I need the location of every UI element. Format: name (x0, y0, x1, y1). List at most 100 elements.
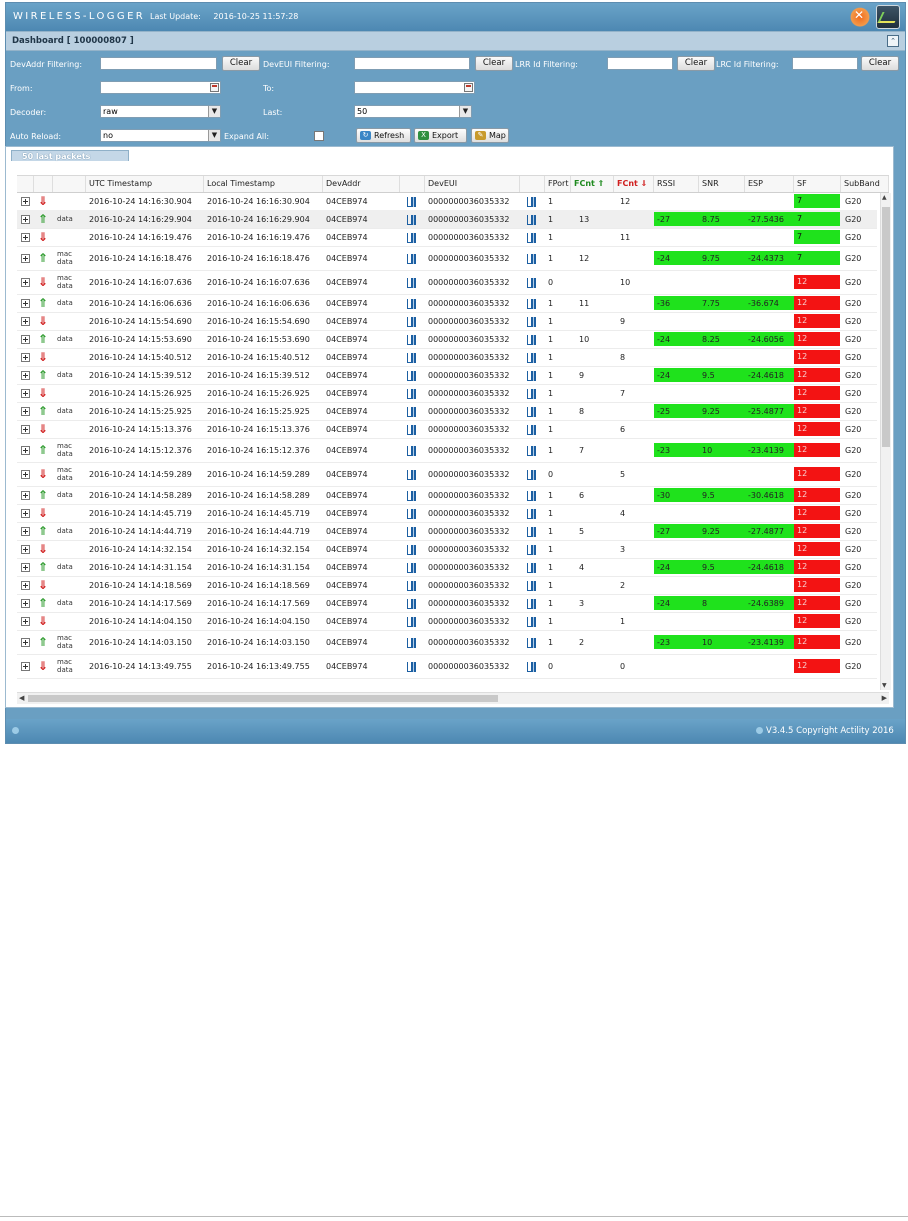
table-row[interactable]: ⇓ 2016-10-24 14:15:40.512 2016-10-24 16:15… (17, 348, 877, 367)
device-info-icon[interactable] (527, 424, 537, 435)
device-info-icon[interactable] (527, 277, 537, 288)
device-info-icon[interactable] (407, 316, 417, 327)
device-info-icon[interactable] (407, 508, 417, 519)
device-info-icon[interactable] (407, 580, 417, 591)
device-info-icon[interactable] (527, 334, 537, 345)
table-row[interactable]: ⇑ data 2016-10-24 14:16:06.636 2016-10-24 1… (17, 294, 877, 313)
device-info-icon[interactable] (527, 616, 537, 627)
table-row[interactable]: ⇑ data 2016-10-24 14:16:29.904 2016-10-24 1… (17, 210, 877, 229)
table-row[interactable]: ⇓ 2016-10-24 14:16:30.904 2016-10-24 16:16… (17, 192, 877, 211)
expand-row-icon[interactable] (21, 233, 30, 242)
lrr-clear-button[interactable]: Clear (677, 56, 715, 71)
device-info-icon[interactable] (407, 445, 417, 456)
expand-row-icon[interactable] (21, 638, 30, 647)
device-info-icon[interactable] (407, 298, 417, 309)
table-row[interactable]: ⇑ data 2016-10-24 14:14:58.289 2016-10-24 1… (17, 486, 877, 505)
expand-row-icon[interactable] (21, 563, 30, 572)
device-info-icon[interactable] (407, 253, 417, 264)
chevron-down-icon[interactable]: ▼ (208, 130, 220, 141)
calendar-icon[interactable] (464, 83, 473, 92)
expand-row-icon[interactable] (21, 470, 30, 479)
expand-row-icon[interactable] (21, 545, 30, 554)
from-date-input[interactable] (100, 81, 221, 94)
table-row[interactable]: ⇓ 2016-10-24 14:16:19.476 2016-10-24 16:16… (17, 228, 877, 247)
device-info-icon[interactable] (407, 424, 417, 435)
table-row[interactable]: ⇓ 2016-10-24 14:14:18.569 2016-10-24 16:14… (17, 576, 877, 595)
expand-row-icon[interactable] (21, 353, 30, 362)
expand-row-icon[interactable] (21, 215, 30, 224)
device-info-icon[interactable] (527, 214, 537, 225)
scroll-left-icon[interactable]: ◀ (19, 694, 24, 702)
expand-row-icon[interactable] (21, 599, 30, 608)
device-info-icon[interactable] (527, 637, 537, 648)
device-info-icon[interactable] (527, 298, 537, 309)
expand-row-icon[interactable] (21, 662, 30, 671)
header-fcnt-down[interactable]: FCnt ⇓ (614, 176, 654, 192)
device-info-icon[interactable] (527, 232, 537, 243)
table-row[interactable]: ⇓ mac data 2016-10-24 14:13:49.755 2016-10-… (17, 654, 877, 679)
header-devaddr[interactable]: DevAddr (323, 176, 400, 192)
device-info-icon[interactable] (407, 232, 417, 243)
last-select[interactable]: 50 ▼ (354, 105, 472, 118)
device-info-icon[interactable] (527, 406, 537, 417)
device-info-icon[interactable] (527, 352, 537, 363)
expand-row-icon[interactable] (21, 491, 30, 500)
device-info-icon[interactable] (527, 388, 537, 399)
table-row[interactable]: ⇑ mac data 2016-10-24 14:15:12.376 2016-10-… (17, 438, 877, 463)
expand-row-icon[interactable] (21, 407, 30, 416)
device-info-icon[interactable] (407, 334, 417, 345)
device-info-icon[interactable] (527, 316, 537, 327)
map-button[interactable]: ✎ Map (471, 128, 509, 143)
header-subband[interactable]: SubBand (841, 176, 889, 192)
expand-row-icon[interactable] (21, 425, 30, 434)
device-info-icon[interactable] (527, 370, 537, 381)
device-info-icon[interactable] (527, 526, 537, 537)
header-sf[interactable]: SF (794, 176, 841, 192)
table-row[interactable]: ⇑ data 2016-10-24 14:14:44.719 2016-10-24 1… (17, 522, 877, 541)
expand-row-icon[interactable] (21, 197, 30, 206)
device-info-icon[interactable] (407, 469, 417, 480)
device-info-icon[interactable] (527, 544, 537, 555)
expand-row-icon[interactable] (21, 581, 30, 590)
table-row[interactable]: ⇓ mac data 2016-10-24 14:14:59.289 2016-10-… (17, 462, 877, 487)
lrr-filter-input[interactable] (607, 57, 673, 70)
export-button[interactable]: X Export (414, 128, 467, 143)
expand-row-icon[interactable] (21, 371, 30, 380)
header-deveui[interactable]: DevEUI (425, 176, 520, 192)
table-row[interactable]: ⇓ 2016-10-24 14:15:13.376 2016-10-24 16:15… (17, 420, 877, 439)
refresh-button[interactable]: ↻ Refresh (356, 128, 411, 143)
horizontal-scrollbar[interactable]: ◀ ▶ (17, 692, 889, 704)
chart-icon[interactable] (876, 5, 900, 29)
table-row[interactable]: ⇓ 2016-10-24 14:14:04.150 2016-10-24 16:14… (17, 612, 877, 631)
table-row[interactable]: ⇑ data 2016-10-24 14:15:53.690 2016-10-24 1… (17, 330, 877, 349)
auto-reload-select[interactable]: no ▼ (100, 129, 221, 142)
expand-row-icon[interactable] (21, 254, 30, 263)
expand-all-checkbox[interactable] (314, 131, 324, 141)
table-row[interactable]: ⇑ data 2016-10-24 14:14:17.569 2016-10-24 1… (17, 594, 877, 613)
device-info-icon[interactable] (527, 508, 537, 519)
device-info-icon[interactable] (527, 562, 537, 573)
device-info-icon[interactable] (527, 490, 537, 501)
table-row[interactable]: ⇑ mac data 2016-10-24 14:14:03.150 2016-10-… (17, 630, 877, 655)
scroll-thumb[interactable] (28, 695, 498, 702)
device-info-icon[interactable] (407, 406, 417, 417)
calendar-icon[interactable] (210, 83, 219, 92)
scroll-up-icon[interactable]: ▲ (882, 194, 887, 201)
table-row[interactable]: ⇓ mac data 2016-10-24 14:16:07.636 2016-10-… (17, 270, 877, 295)
device-info-icon[interactable] (407, 661, 417, 672)
expand-row-icon[interactable] (21, 317, 30, 326)
header-fport[interactable]: FPort (545, 176, 571, 192)
expand-row-icon[interactable] (21, 509, 30, 518)
device-info-icon[interactable] (407, 370, 417, 381)
device-info-icon[interactable] (407, 544, 417, 555)
table-row[interactable]: ⇓ 2016-10-24 14:15:26.925 2016-10-24 16:15… (17, 384, 877, 403)
devaddr-clear-button[interactable]: Clear (222, 56, 260, 71)
expand-row-icon[interactable] (21, 299, 30, 308)
header-local[interactable]: Local Timestamp (204, 176, 323, 192)
device-info-icon[interactable] (407, 388, 417, 399)
header-utc[interactable]: UTC Timestamp (86, 176, 204, 192)
device-info-icon[interactable] (407, 490, 417, 501)
table-row[interactable]: ⇑ data 2016-10-24 14:15:25.925 2016-10-24 1… (17, 402, 877, 421)
device-info-icon[interactable] (407, 562, 417, 573)
chevron-down-icon[interactable]: ▼ (208, 106, 220, 117)
